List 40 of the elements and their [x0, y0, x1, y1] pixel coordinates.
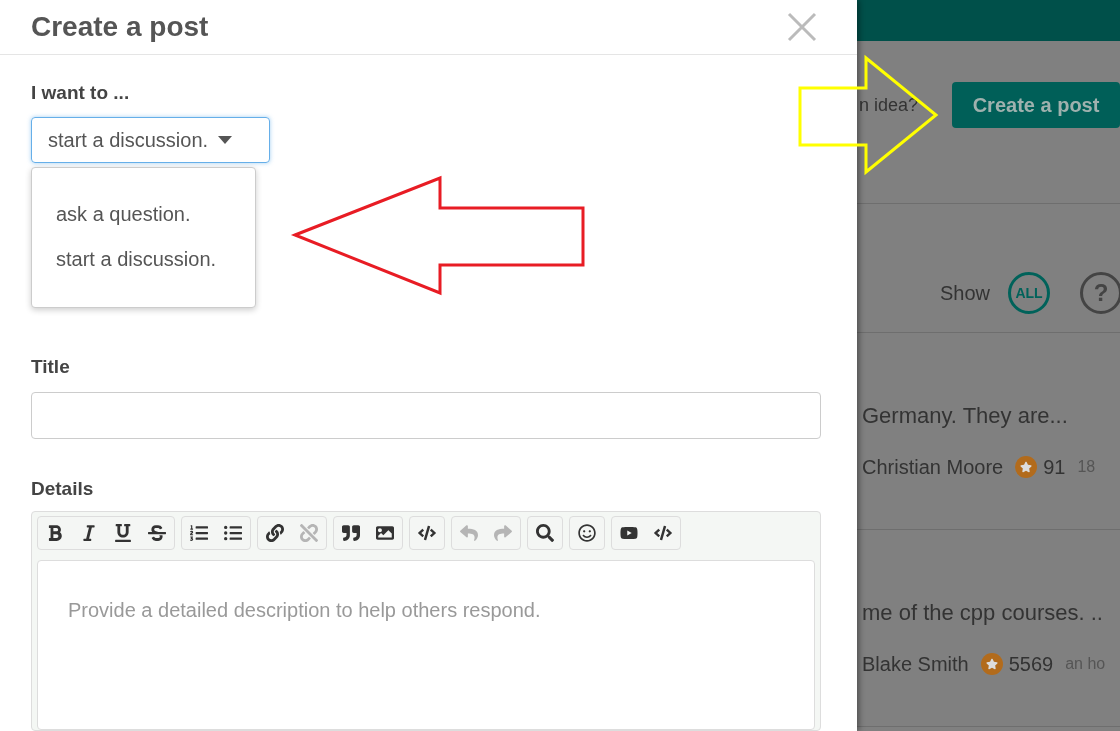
image-icon [376, 524, 394, 542]
field-label: I want to ... [31, 80, 131, 105]
author-name: Blake Smith [862, 652, 969, 677]
field-label: Details [31, 476, 95, 501]
video-icon [620, 524, 638, 542]
details-textarea[interactable]: Provide a detailed description to help others respond. [37, 560, 815, 730]
post-title: Germany. They are... [862, 402, 1069, 430]
numbered-list-icon [190, 524, 208, 542]
html-icon [654, 524, 672, 542]
show-label: Show [940, 281, 991, 306]
bullet-list-icon [224, 524, 242, 542]
undo-icon [460, 524, 478, 542]
strikethrough-icon [148, 524, 166, 542]
star-badge-icon [1015, 456, 1038, 478]
preview-icon [536, 524, 554, 542]
field-label: Title [31, 355, 71, 379]
reputation-score: 5569 [1008, 652, 1054, 677]
bold-icon [46, 524, 64, 542]
link-icon [266, 524, 284, 542]
code-icon [418, 524, 436, 542]
smiley-icon [578, 524, 596, 542]
caret-icon [218, 136, 233, 144]
type-dropdown[interactable]: start a discussion. [31, 117, 270, 163]
dropdown-option[interactable]: ask a question. [56, 202, 231, 226]
underline-icon [114, 524, 132, 542]
toolbar-button[interactable] [409, 516, 445, 550]
toolbar-button[interactable] [527, 516, 563, 550]
prompt-text: n idea? [859, 93, 919, 117]
unlink-icon [300, 524, 318, 542]
post-title: me of the cpp courses. .. [862, 599, 1104, 627]
toolbar-button[interactable] [569, 516, 605, 550]
dropdown-option[interactable]: start a discussion. [56, 247, 231, 271]
italic-icon [80, 524, 98, 542]
redo-icon [494, 524, 512, 542]
author-name: Christian Moore [862, 455, 1004, 480]
title-input[interactable] [31, 391, 821, 439]
modal-title: Create a post [31, 9, 209, 44]
star-badge-icon [980, 653, 1003, 675]
quote-icon [342, 524, 360, 542]
reputation-score: 91 [1043, 455, 1066, 480]
